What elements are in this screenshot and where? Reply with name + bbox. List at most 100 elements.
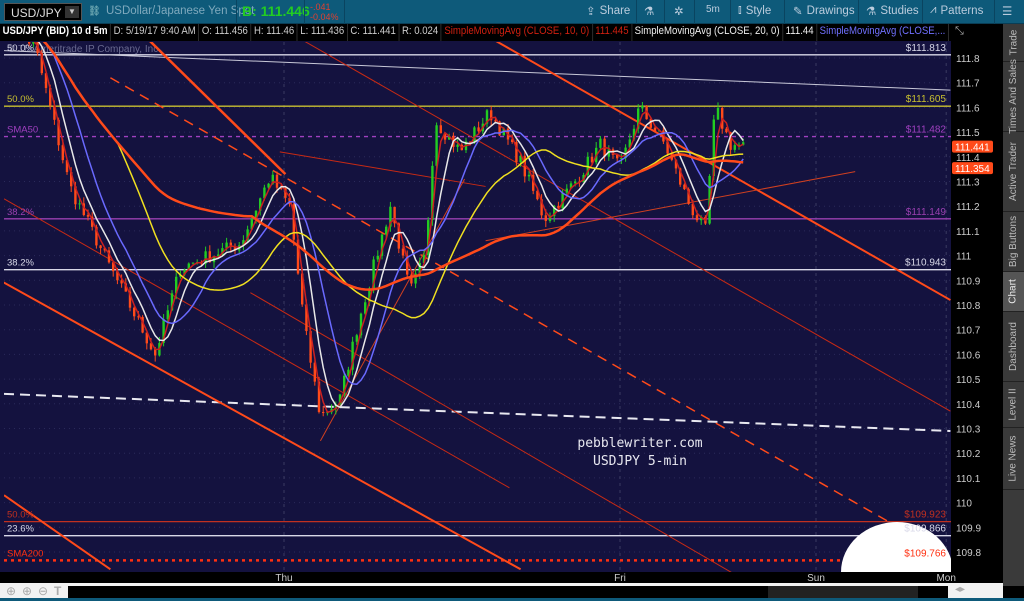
settings-button[interactable]: ✲ (674, 4, 684, 18)
y-tick-label: 110.2 (956, 449, 981, 460)
link-icon[interactable]: ⛓ (88, 6, 101, 17)
level-label-right: $111.149 (906, 207, 947, 218)
price-tag-label: 111.441 (955, 143, 990, 154)
bar-high: H: 111.46 (251, 24, 298, 41)
share-icon: ⇪ (586, 6, 596, 18)
tab-dashboard[interactable]: Dashboard (1003, 312, 1024, 382)
y-tick-label: 111.5 (956, 128, 980, 139)
flask-button[interactable]: ⚗ (644, 4, 654, 18)
y-tick-label: 111.6 (956, 103, 980, 114)
menu-button[interactable]: ☰ (1002, 4, 1012, 18)
gear-icon: ✲ (674, 6, 684, 18)
tab-level-ii[interactable]: Level II (1003, 382, 1024, 428)
net-change: -.041 (310, 2, 331, 12)
bid-price: B: 111.446 (242, 3, 310, 19)
y-tick-label: 110.5 (956, 375, 981, 386)
time-scrollbar[interactable] (68, 586, 948, 598)
text-tool-icon[interactable]: T (54, 584, 61, 598)
level-label-left: 38.2% (7, 207, 34, 218)
candle (599, 138, 602, 148)
chevron-down-icon[interactable]: ▼ (65, 6, 79, 18)
crosshair-icon[interactable]: ⊕ (6, 584, 16, 598)
patterns-icon: ⩘ (930, 4, 937, 16)
y-tick-label: 111.7 (956, 79, 980, 90)
level-label-right: $109.766 (904, 548, 946, 559)
y-tick-label: 111.2 (956, 202, 980, 213)
tab-active-trader[interactable]: Active Trader (1003, 132, 1024, 212)
candle (725, 128, 728, 133)
sma-more-label[interactable]: SimpleMovingAvg (CLOSE,... (817, 24, 949, 41)
symbol-select[interactable]: USD/JPY ▼ (4, 3, 82, 21)
toolbar: USD/JPY ▼ ⛓ USDollar/Japanese Yen Spot B:… (0, 0, 1024, 24)
bar-close: C: 111.441 (348, 24, 400, 41)
candle (473, 127, 476, 143)
info-bar-container: USD/JPY (BID) 10 d 5m D: 5/19/17 9:40 AM… (0, 24, 951, 41)
flask-icon: ⚗ (644, 6, 655, 18)
candle (653, 127, 657, 132)
zoom-in-icon[interactable]: ⊕ (22, 584, 32, 598)
annotation-line-2: USDJPY 5-min (593, 454, 687, 469)
tab-live-news[interactable]: Live News (1003, 428, 1024, 490)
tab-label: Times And Sales (1008, 59, 1020, 134)
y-tick-label: 111 (956, 252, 972, 263)
level-label-left: 50.0% (7, 94, 34, 105)
y-tick-label: 110.9 (956, 276, 981, 287)
studies-label: Studies (880, 5, 919, 17)
y-tick-label: 111.3 (956, 178, 980, 189)
zoom-out-icon[interactable]: ⊖ (38, 584, 48, 598)
candle (695, 215, 699, 221)
drawings-button[interactable]: ✎ Drawings (793, 4, 855, 18)
tab-label: Live News (1008, 435, 1020, 482)
level-label-left: SMA200 (7, 548, 43, 559)
collapse-icon[interactable]: ⤡ (955, 25, 964, 38)
y-tick-label: 110.1 (956, 474, 981, 485)
tab-label: Dashboard (1008, 322, 1020, 371)
candle (401, 248, 405, 256)
candle (166, 310, 169, 320)
timeframe-button[interactable]: 5m (706, 4, 720, 15)
price-chart[interactable]: © TD Ameritrade IP Company, Inc. 50.0% $1… (0, 0, 1024, 601)
annotation-line-1: pebblewriter.com (577, 436, 702, 451)
candle (133, 307, 136, 317)
symbol-value: USD/JPY (11, 6, 62, 20)
drawings-label: Drawings (806, 5, 855, 17)
time-axis[interactable] (0, 572, 1003, 583)
sma20-label[interactable]: SimpleMovingAvg (CLOSE, 20, 0) (632, 24, 784, 41)
level-label-left: SMA50 (7, 125, 38, 136)
price-tag-label: 111.354 (955, 164, 990, 175)
level-label-left: 50.0% (7, 43, 34, 54)
y-tick-label: 111.1 (956, 227, 980, 238)
scrollbar-thumb[interactable] (768, 586, 918, 598)
tab-trade[interactable]: Trade (1003, 24, 1024, 62)
patterns-label: Patterns (940, 4, 984, 17)
level-label-right: $111.605 (906, 94, 947, 105)
tab-times-and-sales[interactable]: Times And Sales (1003, 59, 1024, 134)
candle (477, 127, 480, 132)
candle (574, 181, 577, 184)
studies-button[interactable]: ⚗ Studies (866, 4, 919, 18)
candle (154, 349, 157, 356)
patterns-button[interactable]: ⩘ Patterns (930, 4, 983, 17)
tab-label: Big Buttons (1008, 215, 1019, 268)
share-button[interactable]: ⇪ Share (586, 4, 630, 18)
bar-date: D: 5/19/17 9:40 AM (111, 24, 200, 41)
candle (439, 125, 442, 134)
right-sidebar-tabs: Trade Times And Sales Active Trader Big But… (1003, 24, 1024, 586)
symbol-description: USDollar/Japanese Yen Spot (106, 5, 255, 17)
tab-big-buttons[interactable]: Big Buttons (1003, 212, 1024, 272)
y-tick-label: 110 (956, 499, 972, 510)
bar-low: L: 111.436 (298, 24, 348, 41)
tab-label: Chart (1008, 279, 1020, 304)
sma10-label[interactable]: SimpleMovingAvg (CLOSE, 10, 0) (442, 24, 593, 41)
scroll-arrows-icon[interactable]: ◂▸ (955, 584, 965, 595)
style-button[interactable]: ⫾ Style (738, 4, 771, 17)
level-label-right: $111.482 (906, 125, 947, 136)
y-tick-label: 111.8 (956, 54, 980, 65)
candle (716, 107, 720, 120)
tab-label: Active Trader (1008, 142, 1020, 201)
candle (275, 174, 279, 188)
percent-change: -0.04% (310, 12, 339, 22)
candle (191, 262, 195, 264)
candle (456, 144, 459, 147)
tab-chart[interactable]: Chart (1003, 272, 1024, 312)
